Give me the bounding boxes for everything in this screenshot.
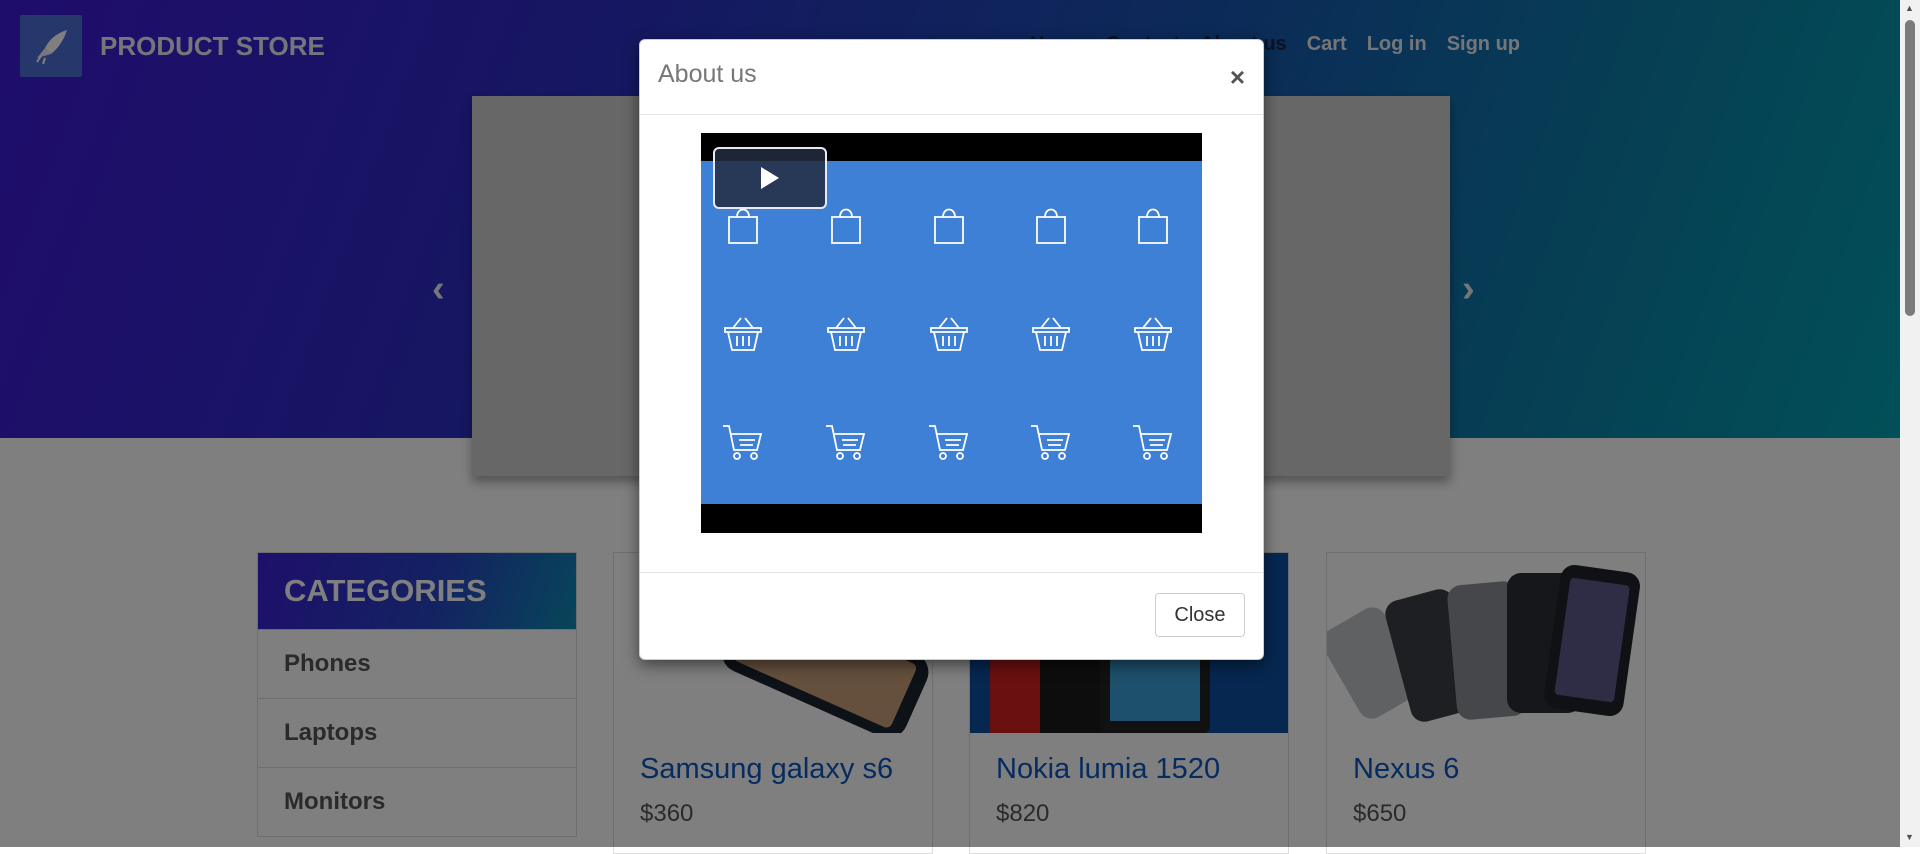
- shopping-bag-icon: [934, 208, 964, 244]
- about-us-modal: About us × Close: [639, 39, 1264, 660]
- shopping-cart-icon: [826, 425, 866, 460]
- scroll-down-arrow-icon[interactable]: ▼: [1905, 832, 1914, 842]
- close-icon[interactable]: ×: [1230, 62, 1245, 93]
- shopping-bag-icon: [728, 208, 758, 244]
- shopping-cart-icon: [1031, 425, 1071, 460]
- shopping-basket-icon: [724, 317, 762, 351]
- scrollbar-thumb[interactable]: [1905, 20, 1915, 316]
- shopping-basket-icon: [827, 317, 865, 351]
- shopping-cart-icon: [1133, 425, 1173, 460]
- shopping-bag-icon: [831, 208, 861, 244]
- shopping-bag-icon: [1036, 208, 1066, 244]
- shopping-basket-icon: [930, 317, 968, 351]
- shopping-basket-icon: [1134, 317, 1172, 351]
- modal-body: [640, 115, 1263, 573]
- video-poster[interactable]: [701, 161, 1202, 504]
- play-icon: [761, 167, 779, 189]
- close-button[interactable]: Close: [1155, 593, 1245, 637]
- modal-header: About us ×: [640, 40, 1263, 115]
- shopping-icons-grid: [723, 208, 1173, 460]
- page-scrollbar[interactable]: ▲ ▼: [1900, 0, 1920, 847]
- modal-footer: Close: [640, 573, 1263, 659]
- shopping-basket-icon: [1032, 317, 1070, 351]
- shopping-cart-icon: [929, 425, 969, 460]
- scroll-up-arrow-icon[interactable]: ▲: [1905, 3, 1914, 13]
- shopping-bag-icon: [1138, 208, 1168, 244]
- play-button[interactable]: [713, 147, 827, 209]
- video-player[interactable]: [701, 133, 1202, 533]
- shopping-cart-icon: [723, 425, 763, 460]
- modal-title: About us: [658, 60, 757, 88]
